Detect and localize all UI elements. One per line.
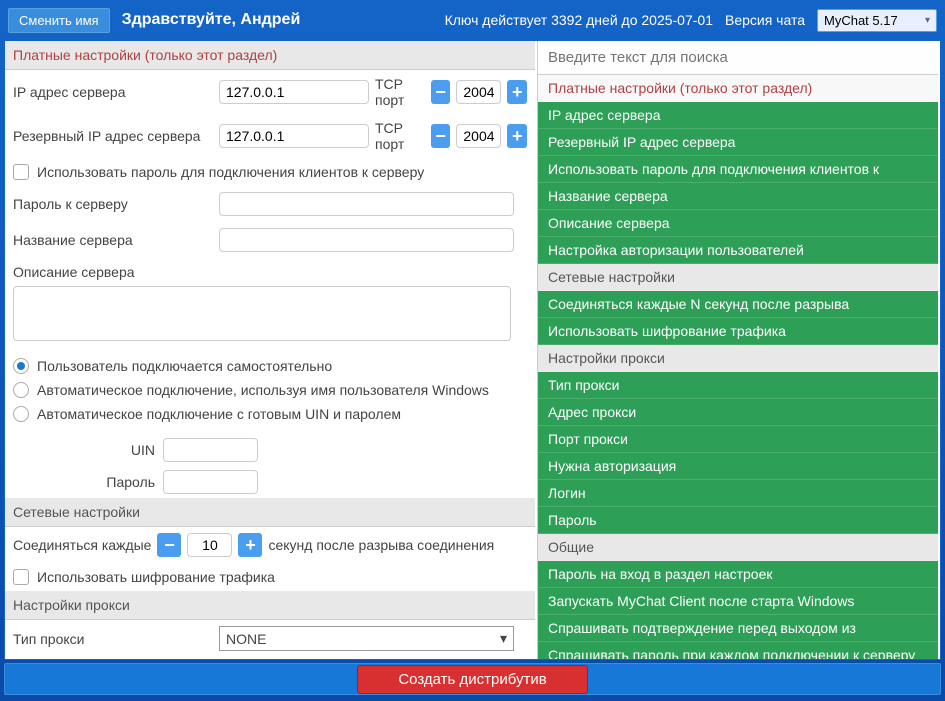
nav-item[interactable]: IP адрес сервера [538, 102, 938, 129]
server-name-input[interactable] [219, 228, 514, 252]
password-input[interactable] [163, 470, 258, 494]
encryption-row: Использовать шифрование трафика [5, 563, 535, 591]
nav-item[interactable]: Использовать пароль для подключения клие… [538, 156, 938, 183]
dropdown-icon: ▾ [500, 630, 507, 647]
proxy-type-label: Тип прокси [13, 631, 213, 647]
chevron-down-icon: ▾ [925, 15, 930, 26]
nav-item[interactable]: Платные настройки (только этот раздел) [538, 75, 938, 102]
port-plus-button[interactable]: + [507, 80, 527, 104]
connect-suffix: секунд после разрыва соединения [268, 537, 494, 553]
connect-every-label: Соединяться каждые [13, 537, 151, 553]
password-row: Пароль [5, 466, 535, 498]
nav-item[interactable]: Общие [538, 534, 938, 561]
proxy-type-row: Тип прокси NONE ▾ [5, 620, 535, 657]
reserve-ip-input[interactable] [219, 124, 369, 148]
tcp-port-input[interactable] [456, 80, 501, 104]
nav-item[interactable]: Порт прокси [538, 426, 938, 453]
nav-item[interactable]: Описание сервера [538, 210, 938, 237]
server-desc-row: Описание сервера [5, 258, 535, 286]
nav-item[interactable]: Настройка авторизации пользователей [538, 237, 938, 264]
connect-every-row: Соединяться каждые − + секунд после разр… [5, 527, 535, 563]
radio1-label: Пользователь подключается самостоятельно [37, 358, 332, 374]
server-name-row: Название сервера [5, 222, 535, 258]
server-desc-textarea[interactable] [13, 286, 511, 341]
connect-every-input[interactable] [187, 533, 232, 557]
server-password-label: Пароль к серверу [13, 196, 213, 212]
nav-item[interactable]: Логин [538, 480, 938, 507]
nav-item[interactable]: Спрашивать подтверждение перед выходом и… [538, 615, 938, 642]
reserve-ip-label: Резервный IP адрес сервера [13, 128, 213, 144]
nav-item[interactable]: Пароль на вход в раздел настроек [538, 561, 938, 588]
reserve-port-minus-button[interactable]: − [431, 124, 451, 148]
section-proxy: Настройки прокси [5, 591, 535, 620]
main-area: Платные настройки (только этот раздел) I… [4, 40, 941, 660]
radio-auto-windows[interactable] [13, 382, 29, 398]
version-label: Версия чата [725, 12, 805, 28]
radio3-row: Автоматическое подключение с готовым UIN… [5, 402, 535, 426]
port-minus-button[interactable]: − [431, 80, 451, 104]
key-info-text: Ключ действует 3392 дней до 2025-07-01 [445, 12, 713, 28]
nav-item[interactable]: Резервный IP адрес сервера [538, 129, 938, 156]
footer-bar: Создать дистрибутив [4, 663, 941, 695]
nav-item[interactable]: Использовать шифрование трафика [538, 318, 938, 345]
create-distribution-button[interactable]: Создать дистрибутив [357, 665, 587, 694]
section-paid-settings: Платные настройки (только этот раздел) [5, 41, 535, 70]
proxy-type-value: NONE [226, 631, 266, 647]
radio1-row: Пользователь подключается самостоятельно [5, 354, 535, 378]
server-name-label: Название сервера [13, 232, 213, 248]
encryption-label: Использовать шифрование трафика [37, 569, 275, 585]
nav-item[interactable]: Название сервера [538, 183, 938, 210]
encryption-checkbox[interactable] [13, 569, 29, 585]
use-password-row: Использовать пароль для подключения клие… [5, 158, 535, 186]
section-network: Сетевые настройки [5, 498, 535, 527]
reserve-tcp-port-label: TCP порт [375, 120, 425, 152]
nav-list: Платные настройки (только этот раздел)IP… [538, 75, 938, 659]
server-password-input[interactable] [219, 192, 514, 216]
nav-item[interactable]: Пароль [538, 507, 938, 534]
header-bar: Сменить имя Здравствуйте, Андрей Ключ де… [0, 0, 945, 40]
nav-item[interactable]: Тип прокси [538, 372, 938, 399]
nav-item[interactable]: Запускать MyChat Client после старта Win… [538, 588, 938, 615]
uin-input[interactable] [163, 438, 258, 462]
use-password-checkbox[interactable] [13, 164, 29, 180]
ip-input[interactable] [219, 80, 369, 104]
reserve-ip-row: Резервный IP адрес сервера TCP порт − + [5, 114, 535, 158]
reserve-port-plus-button[interactable]: + [507, 124, 527, 148]
server-password-row: Пароль к серверу [5, 186, 535, 222]
nav-item[interactable]: Настройки прокси [538, 345, 938, 372]
search-input[interactable] [538, 41, 938, 75]
nav-item[interactable]: Соединяться каждые N секунд после разрыв… [538, 291, 938, 318]
left-panel: Платные настройки (только этот раздел) I… [5, 41, 538, 659]
nav-item[interactable]: Спрашивать пароль при каждом подключении… [538, 642, 938, 659]
proxy-addr-row: Адрес прокси [5, 657, 535, 659]
radio-self-connect[interactable] [13, 358, 29, 374]
uin-row: UIN [5, 434, 535, 466]
nav-item[interactable]: Сетевые настройки [538, 264, 938, 291]
ip-row: IP адрес сервера TCP порт − + [5, 70, 535, 114]
tcp-port-label: TCP порт [375, 76, 425, 108]
ip-label: IP адрес сервера [13, 84, 213, 100]
change-name-button[interactable]: Сменить имя [8, 8, 110, 33]
reserve-port-input[interactable] [456, 124, 501, 148]
right-panel: Платные настройки (только этот раздел)IP… [538, 41, 938, 659]
proxy-type-select[interactable]: NONE ▾ [219, 626, 514, 651]
version-select[interactable]: MyChat 5.17 ▾ [817, 9, 937, 32]
radio3-label: Автоматическое подключение с готовым UIN… [37, 406, 401, 422]
server-desc-label: Описание сервера [13, 264, 135, 280]
version-value: MyChat 5.17 [824, 13, 898, 28]
use-password-label: Использовать пароль для подключения клие… [37, 164, 424, 180]
greeting-text: Здравствуйте, Андрей [122, 11, 301, 29]
radio2-row: Автоматическое подключение, используя им… [5, 378, 535, 402]
radio2-label: Автоматическое подключение, используя им… [37, 382, 489, 398]
password-label: Пароль [105, 474, 155, 490]
connect-minus-button[interactable]: − [157, 533, 181, 557]
nav-item[interactable]: Адрес прокси [538, 399, 938, 426]
uin-label: UIN [105, 442, 155, 458]
connect-plus-button[interactable]: + [238, 533, 262, 557]
nav-item[interactable]: Нужна авторизация [538, 453, 938, 480]
radio-auto-uin[interactable] [13, 406, 29, 422]
